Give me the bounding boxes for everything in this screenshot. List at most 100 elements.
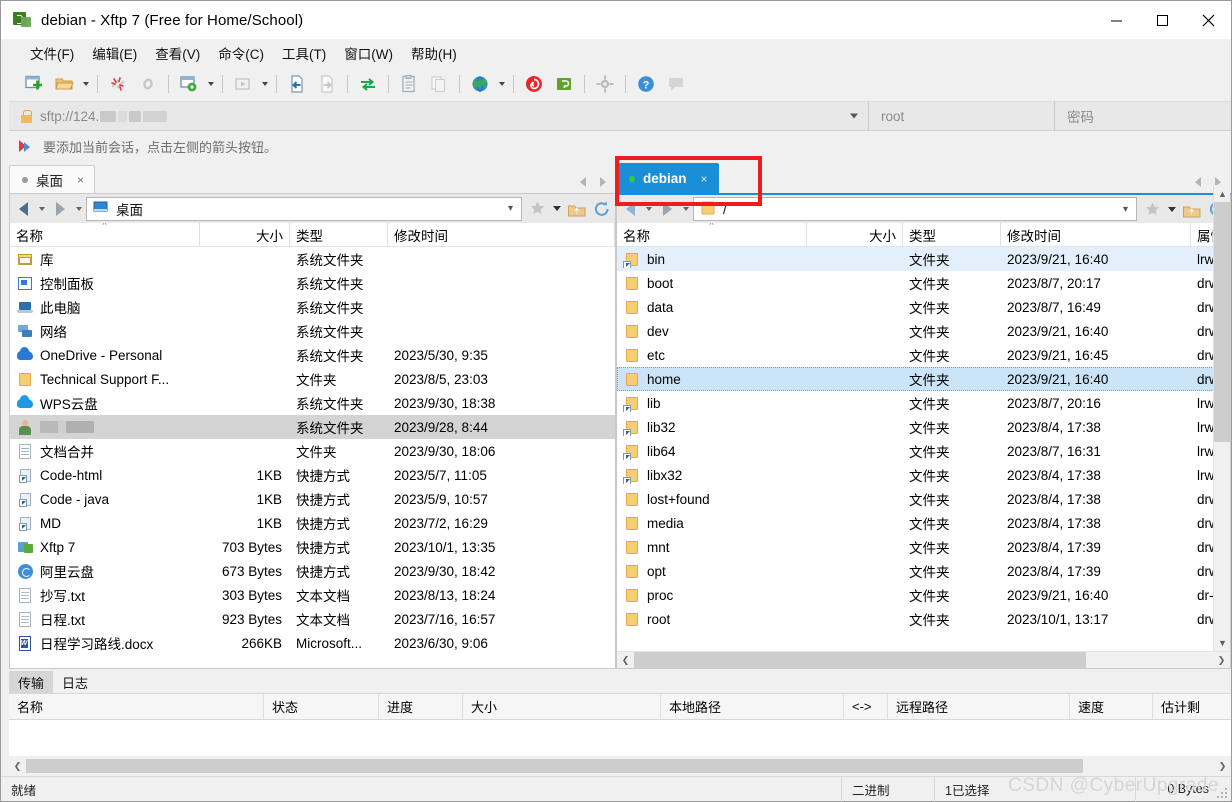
- table-row[interactable]: root文件夹2023/10/1, 13:17drw: [617, 607, 1230, 631]
- tab-log[interactable]: 日志: [53, 671, 97, 693]
- copy-icon[interactable]: [424, 70, 454, 98]
- session-settings-icon[interactable]: [174, 70, 204, 98]
- local-forward-button[interactable]: [47, 197, 73, 221]
- browse-web-icon[interactable]: [465, 70, 495, 98]
- tab-scroll-right-icon[interactable]: [600, 177, 606, 187]
- local-forward-dropdown-icon[interactable]: [73, 197, 84, 221]
- table-row[interactable]: 此电脑系统文件夹: [10, 295, 615, 319]
- table-row[interactable]: lib文件夹2023/8/7, 20:16lrw: [617, 391, 1230, 415]
- table-row[interactable]: 控制面板系统文件夹: [10, 271, 615, 295]
- session-password-field[interactable]: 密码: [1055, 102, 1231, 130]
- remote-forward-dropdown-icon[interactable]: [680, 197, 691, 221]
- table-row[interactable]: 文档合并文件夹2023/9/30, 18:06: [10, 439, 615, 463]
- col-header-size[interactable]: 大小: [200, 223, 290, 246]
- tab-transfer[interactable]: 传输: [9, 671, 53, 693]
- table-row[interactable]: lib32文件夹2023/8/4, 17:38lrw: [617, 415, 1230, 439]
- table-row[interactable]: 抄写.txt303 Bytes文本文档2023/8/13, 18:24: [10, 583, 615, 607]
- transfer-to-local-icon[interactable]: [282, 70, 312, 98]
- local-back-button[interactable]: [10, 197, 36, 221]
- local-tab-close-icon[interactable]: ×: [77, 173, 84, 187]
- transfer-to-remote-icon[interactable]: [312, 70, 342, 98]
- menu-tools[interactable]: 工具(T): [273, 40, 335, 66]
- col-header-type[interactable]: 类型: [290, 223, 388, 246]
- table-row[interactable]: bin文件夹2023/9/21, 16:40lrw: [617, 247, 1230, 271]
- local-refresh-button[interactable]: [589, 197, 615, 221]
- transfer-hscroll-track[interactable]: [26, 758, 1214, 775]
- col-header-size[interactable]: 大小: [463, 694, 661, 719]
- chevron-down-icon[interactable]: [850, 114, 858, 119]
- sync-icon[interactable]: [353, 70, 383, 98]
- xshell-icon[interactable]: [519, 70, 549, 98]
- options-icon[interactable]: [590, 70, 620, 98]
- transfer-hscroll-thumb[interactable]: [26, 759, 1083, 773]
- menu-help[interactable]: 帮助(H): [402, 40, 466, 66]
- col-header-modified[interactable]: 修改时间: [1001, 223, 1191, 246]
- table-row[interactable]: etc文件夹2023/9/21, 16:45drw: [617, 343, 1230, 367]
- col-header-local-path[interactable]: 本地路径: [661, 694, 844, 719]
- table-row[interactable]: WPS云盘系统文件夹2023/9/30, 18:38: [10, 391, 615, 415]
- scroll-right-icon[interactable]: ❯: [1214, 758, 1231, 775]
- vscroll-thumb[interactable]: [1214, 202, 1231, 442]
- table-row[interactable]: dev文件夹2023/9/21, 16:40drw: [617, 319, 1230, 343]
- table-row[interactable]: opt文件夹2023/8/4, 17:39drw: [617, 559, 1230, 583]
- table-row[interactable]: mnt文件夹2023/8/4, 17:39drw: [617, 535, 1230, 559]
- table-row[interactable]: MD1KB快捷方式2023/7/2, 16:29: [10, 511, 615, 535]
- scroll-right-icon[interactable]: ❯: [1213, 652, 1230, 669]
- chevron-down-icon[interactable]: ▾: [508, 203, 513, 214]
- col-header-status[interactable]: 状态: [264, 694, 379, 719]
- table-row[interactable]: 网络系统文件夹: [10, 319, 615, 343]
- remote-tab-close-icon[interactable]: ×: [701, 172, 708, 186]
- remote-vertical-scrollbar[interactable]: ▲ ▼: [1213, 185, 1230, 651]
- help-icon[interactable]: ?: [631, 70, 661, 98]
- table-row[interactable]: 库系统文件夹: [10, 247, 615, 271]
- remote-back-dropdown-icon[interactable]: [643, 197, 654, 221]
- table-row[interactable]: libx32文件夹2023/8/4, 17:38lrw: [617, 463, 1230, 487]
- col-header-name[interactable]: 名称^: [10, 223, 200, 246]
- chevron-down-icon[interactable]: ▾: [1123, 204, 1128, 215]
- menu-edit[interactable]: 编辑(E): [83, 40, 146, 66]
- table-row[interactable]: 系统文件夹2023/9/28, 8:44: [10, 415, 615, 439]
- new-session-icon[interactable]: [19, 70, 49, 98]
- remote-home-button[interactable]: [1178, 197, 1204, 221]
- local-home-button[interactable]: [563, 197, 589, 221]
- close-button[interactable]: [1185, 1, 1231, 39]
- table-row[interactable]: Xftp 7703 Bytes快捷方式2023/10/1, 13:35: [10, 535, 615, 559]
- menu-command[interactable]: 命令(C): [209, 40, 273, 66]
- scroll-down-icon[interactable]: ▼: [1214, 634, 1231, 651]
- run-dropdown-icon[interactable]: [258, 70, 271, 98]
- table-row[interactable]: 日程学习路线.docx266KBMicrosoft...2023/6/30, 9…: [10, 631, 615, 655]
- transfer-horizontal-scrollbar[interactable]: ❮ ❯: [9, 756, 1231, 776]
- local-back-dropdown-icon[interactable]: [36, 197, 47, 221]
- session-url-field[interactable]: sftp://124.: [9, 102, 869, 130]
- open-folder-icon[interactable]: [49, 70, 79, 98]
- col-header-speed[interactable]: 速度: [1070, 694, 1153, 719]
- paste-icon[interactable]: [394, 70, 424, 98]
- session-username-field[interactable]: root: [869, 102, 1055, 130]
- remote-bookmark-button[interactable]: [1139, 197, 1165, 221]
- table-row[interactable]: data文件夹2023/8/7, 16:49drw: [617, 295, 1230, 319]
- xftp-toolbar-icon[interactable]: [549, 70, 579, 98]
- col-header-eta[interactable]: 估计剩: [1153, 694, 1231, 719]
- tab-scroll-left-icon[interactable]: [580, 177, 586, 187]
- table-row[interactable]: 日程.txt923 Bytes文本文档2023/7/16, 16:57: [10, 607, 615, 631]
- col-header-name[interactable]: 名称: [9, 694, 264, 719]
- remote-horizontal-scrollbar[interactable]: ❮ ❯: [617, 651, 1230, 668]
- link-icon[interactable]: [133, 70, 163, 98]
- table-row[interactable]: Code - java1KB快捷方式2023/5/9, 10:57: [10, 487, 615, 511]
- col-header-remote-path[interactable]: 远程路径: [888, 694, 1070, 719]
- remote-tab-debian[interactable]: debian ×: [616, 163, 719, 193]
- browse-web-dropdown-icon[interactable]: [495, 70, 508, 98]
- local-bookmark-button[interactable]: [524, 197, 550, 221]
- scroll-left-icon[interactable]: ❮: [9, 758, 26, 775]
- col-header-size[interactable]: 大小: [807, 223, 903, 246]
- table-row[interactable]: lost+found文件夹2023/8/4, 17:38drw: [617, 487, 1230, 511]
- col-header-modified[interactable]: 修改时间: [388, 223, 615, 246]
- remote-back-button[interactable]: [617, 197, 643, 221]
- table-row[interactable]: proc文件夹2023/9/21, 16:40dr-: [617, 583, 1230, 607]
- col-header-progress[interactable]: 进度: [379, 694, 463, 719]
- open-folder-dropdown-icon[interactable]: [79, 70, 92, 98]
- col-header-type[interactable]: 类型: [903, 223, 1001, 246]
- maximize-button[interactable]: [1139, 1, 1185, 39]
- table-row[interactable]: media文件夹2023/8/4, 17:38drw: [617, 511, 1230, 535]
- table-row[interactable]: lib64文件夹2023/8/7, 16:31lrw: [617, 439, 1230, 463]
